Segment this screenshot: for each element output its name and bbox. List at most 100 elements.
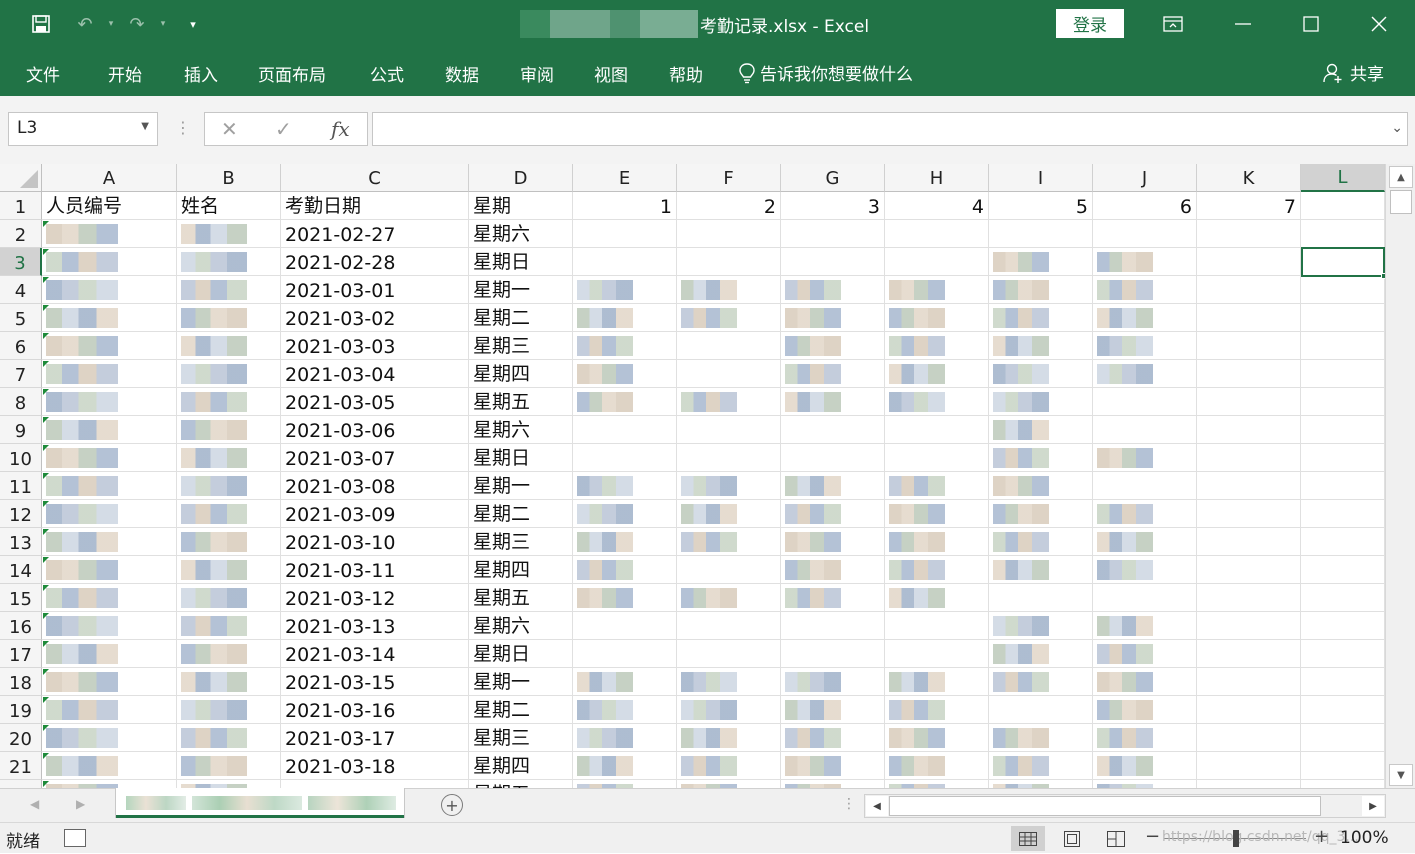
tab-split-handle[interactable]: ⋮ <box>842 796 856 812</box>
cell-k2[interactable] <box>1197 220 1301 248</box>
column-header-k[interactable]: K <box>1197 164 1301 192</box>
cell-k18[interactable] <box>1197 668 1301 696</box>
row-header[interactable]: 7 <box>0 360 42 388</box>
page-layout-view-icon[interactable] <box>1055 826 1089 851</box>
cell-k10[interactable] <box>1197 444 1301 472</box>
cell-c14[interactable]: 2021-03-11 <box>281 556 469 584</box>
row-header[interactable]: 16 <box>0 612 42 640</box>
cell-d3[interactable]: 星期日 <box>469 248 573 276</box>
cell-k1[interactable]: 7 <box>1197 192 1301 220</box>
scroll-left-icon[interactable]: ◀ <box>866 796 888 816</box>
cell-c20[interactable]: 2021-03-17 <box>281 724 469 752</box>
chevron-down-icon[interactable]: ▼ <box>141 121 149 132</box>
cell-d19[interactable]: 星期二 <box>469 696 573 724</box>
add-sheet-button[interactable]: + <box>441 794 463 816</box>
expand-formula-bar-icon[interactable]: ⌄ <box>1391 120 1403 136</box>
name-box[interactable]: L3 ▼ <box>8 112 158 146</box>
cell-k16[interactable] <box>1197 612 1301 640</box>
row-header[interactable]: 19 <box>0 696 42 724</box>
cell-l18[interactable] <box>1301 668 1385 696</box>
column-header-a[interactable]: A <box>42 164 177 192</box>
login-button[interactable]: 登录 <box>1056 9 1124 38</box>
cell-e9[interactable] <box>573 416 677 444</box>
cell-l13[interactable] <box>1301 528 1385 556</box>
cell-c15[interactable]: 2021-03-12 <box>281 584 469 612</box>
cell-c7[interactable]: 2021-03-04 <box>281 360 469 388</box>
cell-d16[interactable]: 星期六 <box>469 612 573 640</box>
cell-e10[interactable] <box>573 444 677 472</box>
cell-k9[interactable] <box>1197 416 1301 444</box>
minimize-icon[interactable] <box>1220 9 1266 39</box>
cell-c5[interactable]: 2021-03-02 <box>281 304 469 332</box>
tab-formulas[interactable]: 公式 <box>370 61 404 86</box>
cell-l5[interactable] <box>1301 304 1385 332</box>
cell-k14[interactable] <box>1197 556 1301 584</box>
redo-dropdown-icon[interactable]: ▾ <box>150 10 176 38</box>
cell-f10[interactable] <box>677 444 781 472</box>
page-break-preview-icon[interactable] <box>1099 826 1133 851</box>
tab-page-layout[interactable]: 页面布局 <box>258 61 326 86</box>
zoom-in-button[interactable]: + <box>1314 826 1329 847</box>
cell-l2[interactable] <box>1301 220 1385 248</box>
formula-input[interactable]: ⌄ <box>372 112 1408 146</box>
cell-c1[interactable]: 考勤日期 <box>281 192 469 220</box>
column-header-e[interactable]: E <box>573 164 677 192</box>
cell-e2[interactable] <box>573 220 677 248</box>
share-button[interactable]: 共享 <box>1322 60 1384 85</box>
cell-k6[interactable] <box>1197 332 1301 360</box>
row-header[interactable]: 22 <box>0 780 42 788</box>
cell-l19[interactable] <box>1301 696 1385 724</box>
cell-g2[interactable] <box>781 220 885 248</box>
cell-l8[interactable] <box>1301 388 1385 416</box>
worksheet-grid[interactable]: A B C D E F G H I J K L 1 人员编号 姓名 考勤日期 星期 1 2 3 4 5 6 7 2 2021-02… <box>0 164 1385 788</box>
cell-c2[interactable]: 2021-02-27 <box>281 220 469 248</box>
row-header[interactable]: 1 <box>0 192 42 220</box>
row-header[interactable]: 18 <box>0 668 42 696</box>
cell-d17[interactable]: 星期日 <box>469 640 573 668</box>
cell-j1[interactable]: 6 <box>1093 192 1197 220</box>
cell-d20[interactable]: 星期三 <box>469 724 573 752</box>
cell-l16[interactable] <box>1301 612 1385 640</box>
cell-k20[interactable] <box>1197 724 1301 752</box>
cell-g9[interactable] <box>781 416 885 444</box>
column-header-l[interactable]: L <box>1301 164 1385 192</box>
cell-c11[interactable]: 2021-03-08 <box>281 472 469 500</box>
next-sheet-icon[interactable]: ▶ <box>76 797 85 811</box>
tab-help[interactable]: 帮助 <box>669 61 703 86</box>
cell-j9[interactable] <box>1093 416 1197 444</box>
cell-f17[interactable] <box>677 640 781 668</box>
cell-l20[interactable] <box>1301 724 1385 752</box>
cell-i15[interactable] <box>989 584 1093 612</box>
tab-review[interactable]: 审阅 <box>520 61 554 86</box>
cell-j11[interactable] <box>1093 472 1197 500</box>
select-all-button[interactable] <box>0 164 42 192</box>
cell-d12[interactable]: 星期二 <box>469 500 573 528</box>
cell-d2[interactable]: 星期六 <box>469 220 573 248</box>
cell-c17[interactable]: 2021-03-14 <box>281 640 469 668</box>
cell-f3[interactable] <box>677 248 781 276</box>
cell-g3[interactable] <box>781 248 885 276</box>
row-header[interactable]: 15 <box>0 584 42 612</box>
vertical-scrollbar[interactable]: ▲ ▼ <box>1385 164 1415 788</box>
row-header[interactable]: 9 <box>0 416 42 444</box>
row-header[interactable]: 12 <box>0 500 42 528</box>
cell-d7[interactable]: 星期四 <box>469 360 573 388</box>
row-header[interactable]: 11 <box>0 472 42 500</box>
cell-f7[interactable] <box>677 360 781 388</box>
cell-h17[interactable] <box>885 640 989 668</box>
cell-c22[interactable] <box>281 780 469 788</box>
cell-c19[interactable]: 2021-03-16 <box>281 696 469 724</box>
cell-l14[interactable] <box>1301 556 1385 584</box>
cell-a1[interactable]: 人员编号 <box>42 192 177 220</box>
cell-d9[interactable]: 星期六 <box>469 416 573 444</box>
cell-f1[interactable]: 2 <box>677 192 781 220</box>
cell-k8[interactable] <box>1197 388 1301 416</box>
cell-d22[interactable]: 星期五 <box>469 780 573 788</box>
cell-g16[interactable] <box>781 612 885 640</box>
row-header[interactable]: 21 <box>0 752 42 780</box>
cell-k7[interactable] <box>1197 360 1301 388</box>
row-header[interactable]: 17 <box>0 640 42 668</box>
row-header[interactable]: 8 <box>0 388 42 416</box>
vertical-scroll-thumb[interactable] <box>1390 190 1412 214</box>
normal-view-icon[interactable] <box>1011 826 1045 851</box>
